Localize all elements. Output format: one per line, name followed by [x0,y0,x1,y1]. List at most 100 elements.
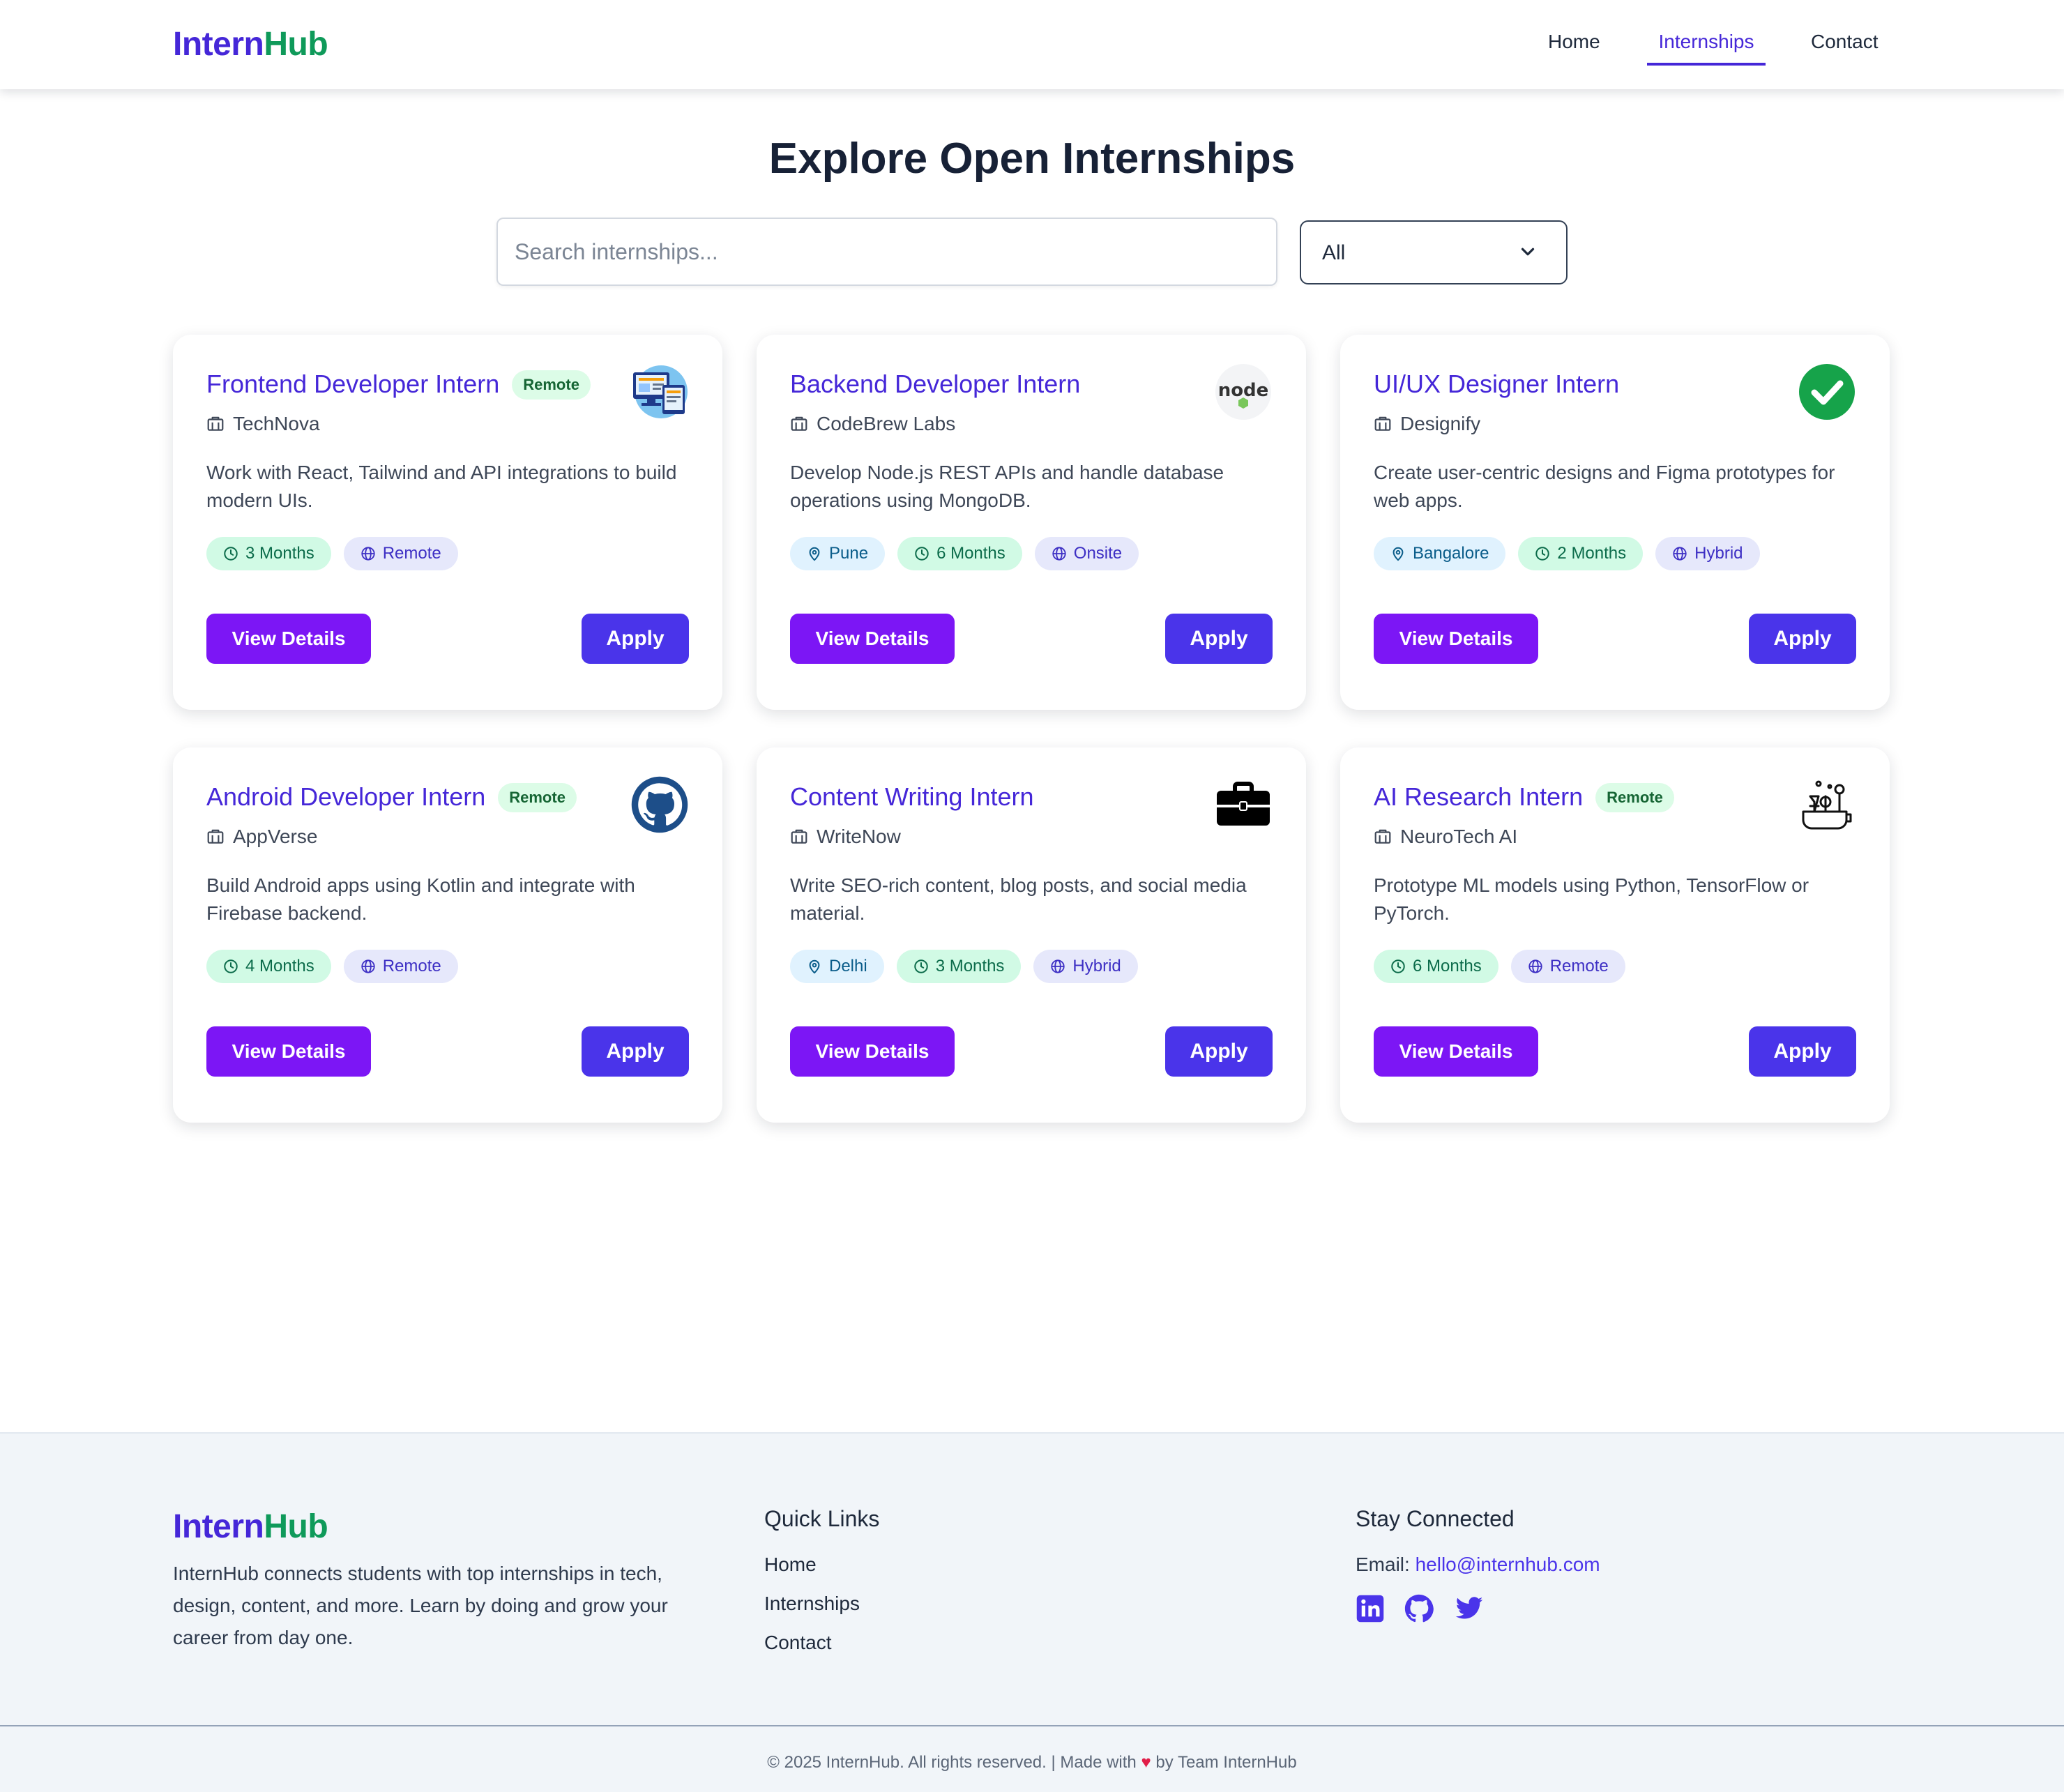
tag-label: 6 Months [936,544,1006,563]
internship-card: Android Developer Intern Remote AppVerse Bu… [173,747,722,1123]
linkedin-icon[interactable] [1356,1594,1385,1623]
work-mode-tag: Remote [343,537,458,570]
view-details-button[interactable]: View Details [1374,1026,1538,1077]
view-details-button[interactable]: View Details [1374,614,1538,664]
tag-label: Remote [1549,957,1609,975]
card-tags: Delhi 3 Months Hybrid [790,950,1138,983]
stay-connected-heading: Stay Connected [1356,1506,1515,1531]
card-title[interactable]: Content Writing Intern [790,782,1034,812]
view-details-button[interactable]: View Details [790,614,955,664]
company-name: CodeBrew Labs [790,413,955,435]
twitter-icon[interactable] [1455,1594,1484,1623]
nodejs-logo-icon: node [1214,363,1273,421]
company-label: TechNova [233,413,320,434]
tag-label: Hybrid [1694,544,1743,563]
globe-icon [361,546,376,561]
globe-icon [1672,546,1687,561]
company-label: CodeBrew Labs [817,413,956,434]
email-link[interactable]: hello@internhub.com [1416,1554,1600,1575]
internship-card: AI Research Intern Remote NeuroTech AI Prot… [1340,747,1890,1123]
duration-tag: 6 Months [1374,950,1498,983]
nav-internships-link[interactable]: Internships [1647,31,1766,66]
card-title[interactable]: UI/UX Designer Intern [1374,370,1619,399]
duration-tag: 2 Months [1518,537,1644,570]
tag-label: 4 Months [245,957,314,975]
card-title-text[interactable]: Frontend Developer Intern [206,370,499,398]
footer-email: Email: hello@internhub.com [1356,1554,1600,1576]
globe-icon [361,959,376,974]
clock-icon [914,546,929,561]
footer-link-contact[interactable]: Contact [764,1632,832,1654]
view-details-button[interactable]: View Details [206,614,371,664]
card-tags: 4 Months Remote [206,950,458,983]
apply-button[interactable]: Apply [1165,614,1273,664]
building-icon [207,416,224,431]
work-mode-tag: Hybrid [1033,950,1138,983]
apply-button[interactable]: Apply [1749,614,1856,664]
clock-icon [223,959,238,974]
green-check-icon [1798,363,1856,421]
apply-button[interactable]: Apply [1749,1026,1856,1077]
footer-link-internships[interactable]: Internships [764,1593,860,1615]
site-footer: InternHub InternHub connects students wi… [0,1432,2064,1792]
filter-selected-value: All [1322,241,1346,264]
footer-link-home[interactable]: Home [764,1554,817,1576]
card-description: Prototype ML models using Python, Tensor… [1374,874,1809,924]
map-pin-icon [807,546,822,561]
duration-tag: 4 Months [206,950,331,983]
company-label: Designify [1400,413,1481,434]
card-title[interactable]: Frontend Developer Intern Remote [206,370,591,400]
work-mode-tag: Remote [1510,950,1625,983]
category-filter-select[interactable]: All [1300,220,1568,284]
view-details-button[interactable]: View Details [206,1026,371,1077]
card-description: Create user-centric designs and Figma pr… [1374,462,1835,511]
card-tags: 3 Months Remote [206,537,458,570]
apply-button[interactable]: Apply [582,1026,689,1077]
location-tag: Delhi [790,950,884,983]
clock-icon [1535,546,1550,561]
nav-home-link[interactable]: Home [1548,31,1600,66]
apply-button[interactable]: Apply [1165,1026,1273,1077]
tag-label: Delhi [829,957,867,975]
card-title[interactable]: AI Research Intern Remote [1374,782,1674,812]
apply-button[interactable]: Apply [582,614,689,664]
remote-badge: Remote [1595,783,1674,812]
github-icon[interactable] [1404,1594,1434,1623]
building-icon [207,829,224,844]
nav-contact-link[interactable]: Contact [1811,31,1879,66]
search-input[interactable] [496,218,1277,286]
map-pin-icon [807,959,822,974]
remote-badge: Remote [512,370,591,400]
company-name: AppVerse [206,826,317,848]
company-label: NeuroTech AI [1400,826,1518,847]
card-title[interactable]: Backend Developer Intern [790,370,1080,399]
page-title: Explore Open Internships [768,135,1296,183]
location-tag: Bangalore [1374,537,1506,570]
internship-card: UI/UX Designer Intern Designify Create use… [1340,335,1890,710]
heart-icon: ♥ [1141,1753,1151,1772]
clock-icon [913,959,929,974]
company-name: Designify [1374,413,1480,435]
tag-label: Hybrid [1072,957,1121,975]
card-tags: Bangalore 2 Months Hybrid [1374,537,1760,570]
internship-card: Backend Developer Intern node CodeBrew Lab… [757,335,1306,710]
company-name: TechNova [206,413,320,435]
card-title-text[interactable]: Content Writing Intern [790,782,1034,811]
github-logo-icon [630,775,689,834]
footer-brand-logo[interactable]: InternHub [173,1508,328,1546]
map-pin-icon [1390,546,1406,561]
card-title-text[interactable]: UI/UX Designer Intern [1374,370,1619,398]
view-details-button[interactable]: View Details [790,1026,955,1077]
globe-icon [1052,546,1067,561]
card-title-text[interactable]: AI Research Intern [1374,782,1583,811]
brand-logo[interactable]: InternHub [173,25,328,63]
card-title-text[interactable]: Backend Developer Intern [790,370,1080,398]
clock-icon [223,546,238,561]
building-icon [791,829,807,844]
monitor-devices-icon [630,363,689,421]
duration-tag: 3 Months [896,950,1022,983]
brand-logo-part2: Hub [264,26,328,63]
card-title-text[interactable]: Android Developer Intern [206,782,485,811]
brand-logo-part1: Intern [173,26,264,63]
card-title[interactable]: Android Developer Intern Remote [206,782,577,812]
